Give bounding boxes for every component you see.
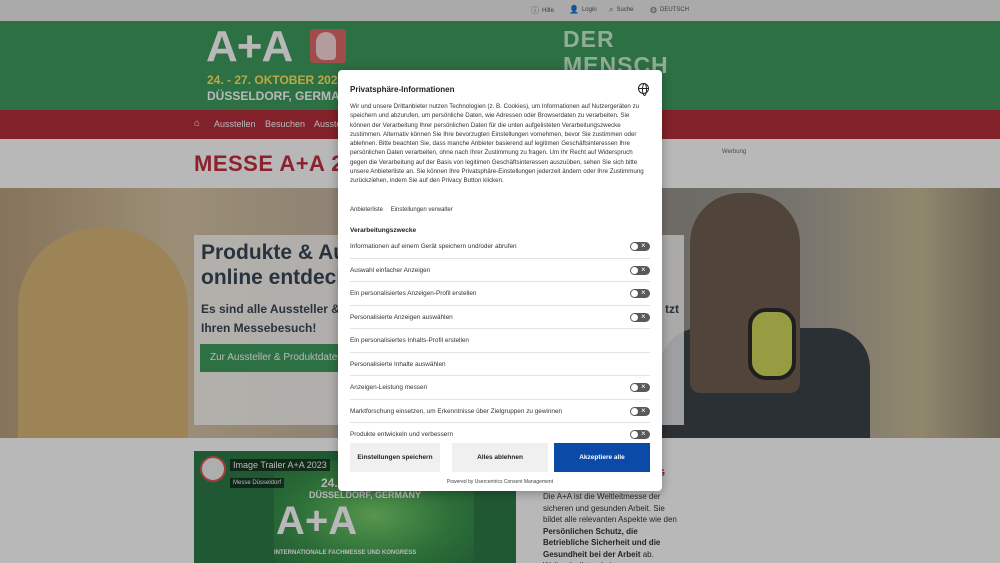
purpose-toggle[interactable]	[630, 265, 650, 275]
purpose-label: Anzeigen-Leistung messen	[350, 384, 428, 391]
purposes-heading: Verarbeitungszwecke	[350, 227, 417, 234]
purpose-toggle[interactable]	[630, 241, 650, 251]
purpose-label: Ein personalisiertes Inhalts-Profil erst…	[350, 337, 469, 344]
manage-settings-link[interactable]: Einstellungen verwalter	[391, 207, 453, 213]
purpose-label: Personalisierte Inhalte auswählen	[350, 360, 446, 368]
purpose-row: Personalisierte Inhalte auswählen	[350, 353, 650, 376]
consent-buttons: Einstellungen speichern Alles ablehnen A…	[338, 443, 662, 475]
accept-all-button[interactable]: Akzeptiere alle	[554, 443, 650, 472]
purposes-list[interactable]: Informationen auf einem Gerät speichern …	[350, 235, 650, 439]
consent-title: Privatsphäre-Informationen	[350, 85, 455, 94]
purpose-toggle[interactable]	[630, 382, 650, 392]
consent-links: Anbieterliste Einstellungen verwalter	[350, 207, 459, 213]
purpose-toggle[interactable]	[630, 288, 650, 298]
language-globe-icon[interactable]	[638, 83, 649, 96]
purpose-label: Ein personalisiertes Anzeigen-Profil ers…	[350, 290, 477, 297]
purpose-toggle[interactable]	[630, 312, 650, 322]
purpose-toggle[interactable]	[630, 429, 650, 439]
purpose-row: Ein personalisiertes Anzeigen-Profil ers…	[350, 282, 650, 306]
purpose-row: Auswahl einfacher Anzeigen	[350, 259, 650, 282]
purpose-row: Informationen auf einem Gerät speichern …	[350, 235, 650, 259]
purpose-row: Personalisierte Anzeigen auswählen	[350, 306, 650, 329]
powered-by[interactable]: Powered by Usercentrics Consent Manageme…	[338, 479, 662, 485]
vendor-list-link[interactable]: Anbieterliste	[350, 207, 383, 213]
deny-all-button[interactable]: Alles ablehnen	[452, 443, 548, 472]
purpose-row: Ein personalisiertes Inhalts-Profil erst…	[350, 329, 650, 353]
purpose-label: Auswahl einfacher Anzeigen	[350, 266, 431, 274]
consent-dialog: Privatsphäre-Informationen Wir und unser…	[338, 70, 662, 491]
purpose-label: Marktforschung einsetzen, um Erkenntniss…	[350, 407, 563, 415]
purpose-toggle[interactable]	[630, 406, 650, 416]
purpose-label: Personalisierte Anzeigen auswählen	[350, 313, 453, 321]
purpose-label: Informationen auf einem Gerät speichern …	[350, 243, 517, 250]
purpose-row: Marktforschung einsetzen, um Erkenntniss…	[350, 400, 650, 423]
save-settings-button[interactable]: Einstellungen speichern	[350, 443, 440, 472]
purpose-row: Anzeigen-Leistung messen	[350, 376, 650, 400]
purpose-label: Produkte entwickeln und verbessern	[350, 431, 454, 438]
consent-body: Wir und unsere Drittanbieter nutzen Tech…	[350, 103, 644, 185]
purpose-row: Produkte entwickeln und verbessern	[350, 423, 650, 439]
